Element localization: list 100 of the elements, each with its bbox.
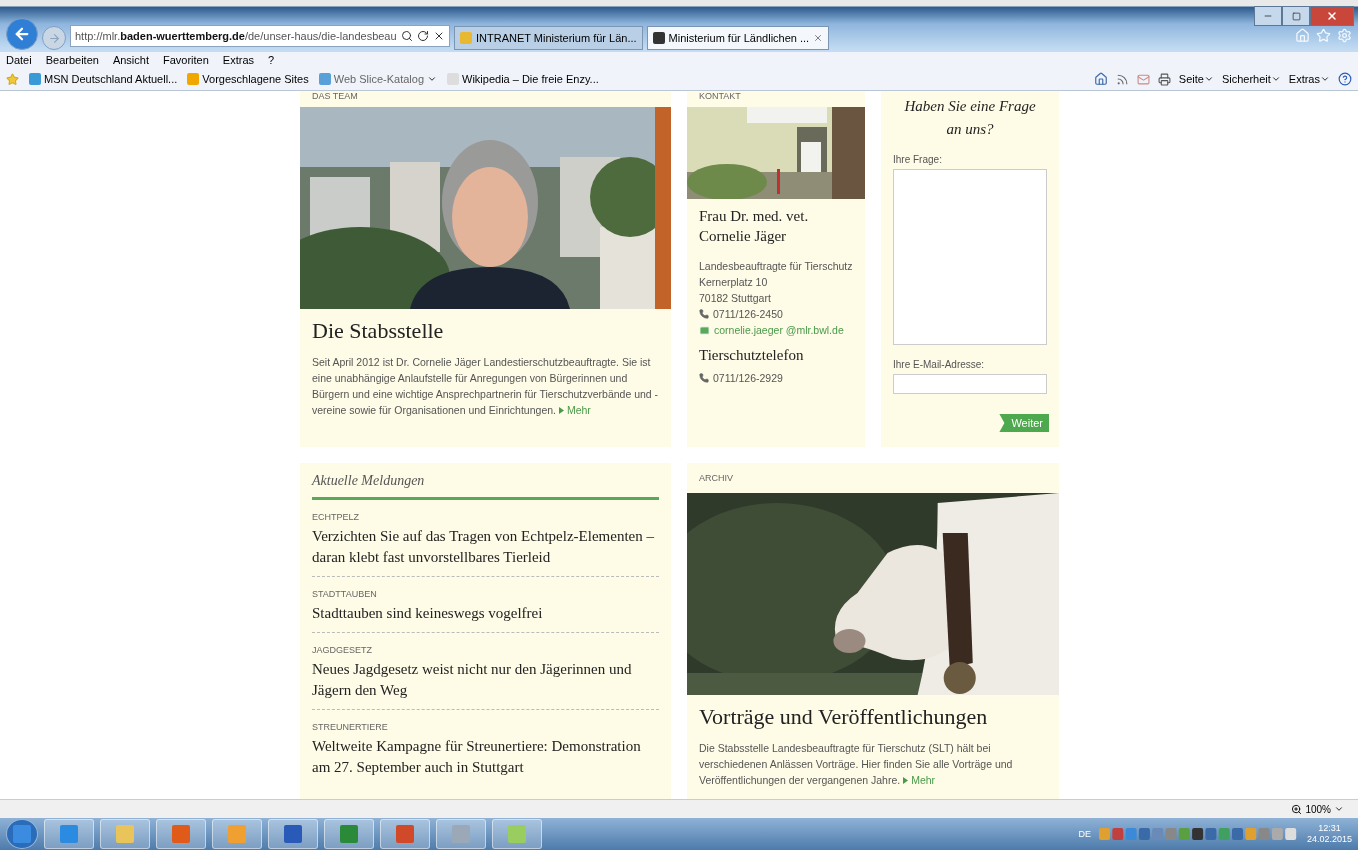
phone-number: 0711/126-2929 <box>713 370 783 386</box>
caret-icon <box>1270 74 1281 84</box>
browser-tab[interactable]: Ministerium für Ländlichen ... <box>646 26 830 50</box>
home-icon[interactable] <box>1093 72 1108 86</box>
address-line: Kernerplatz 10 <box>698 275 769 290</box>
help-icon[interactable] <box>1338 72 1352 86</box>
phone-icon <box>699 309 709 319</box>
favorite-icon <box>447 73 459 85</box>
favorite-icon <box>29 73 41 85</box>
mail-icon[interactable] <box>1136 72 1150 86</box>
taskbar-app[interactable] <box>156 819 206 849</box>
section-label: ARCHIV <box>698 472 734 485</box>
news-title: Aktuelle Meldungen <box>312 463 659 500</box>
app-icon <box>508 825 526 843</box>
close-icon <box>1326 10 1338 22</box>
maximize-button[interactable] <box>1282 6 1310 26</box>
star-icon[interactable] <box>6 72 19 86</box>
taskbar-app[interactable] <box>324 819 374 849</box>
section-label: DAS TEAM <box>311 91 359 103</box>
news-headline[interactable]: Weltweite Kampagne für Streunertiere: Demonstration am 27. September auch in Stuttgart <box>312 736 659 778</box>
menu-item[interactable]: Favoriten <box>163 54 209 66</box>
caret-icon[interactable] <box>427 74 437 84</box>
arrow-right-icon <box>47 31 61 45</box>
field-label: Ihre Frage: <box>892 153 943 167</box>
close-tab-icon[interactable] <box>813 33 824 43</box>
taskbar-app[interactable] <box>44 819 94 849</box>
more-link[interactable]: Mehr <box>903 773 936 786</box>
back-button[interactable] <box>6 18 38 50</box>
minimize-button[interactable] <box>1254 6 1282 26</box>
menu-item[interactable]: Bearbeiten <box>45 54 99 66</box>
question-title: Haben Sie eine Frage an uns? <box>903 97 1037 139</box>
search-icon[interactable] <box>400 30 413 42</box>
news-category: JAGDGESETZ <box>312 645 373 655</box>
caret-icon <box>1203 74 1214 84</box>
printer-icon[interactable] <box>1157 72 1171 86</box>
menu-item[interactable]: Ansicht <box>112 54 149 66</box>
clock-date[interactable]: 24.02.2015 <box>1306 834 1352 845</box>
section-label: KONTAKT <box>698 91 742 103</box>
taskbar-app[interactable] <box>268 819 318 849</box>
taskbar-app[interactable] <box>380 819 430 849</box>
question-field[interactable] <box>893 169 1047 345</box>
refresh-icon[interactable] <box>416 30 429 42</box>
card-title: Die Stabsstelle <box>311 317 445 345</box>
card-text: Seit April 2012 ist Dr. Cornelie Jäger Landestierschutzbeauftragte. Sie ist eine unabhängige Anlaufstelle für Anregungen von Bürgerinnen und Bürgern und eine wichtige Ansprechpartnerin für Tierschutzverbände und -vereine sowie für Organisationen und Einrichtungen. Mehr <box>311 354 660 418</box>
phone-number: 0711/126-2450 <box>713 307 783 322</box>
menu-item[interactable]: Datei <box>6 54 32 66</box>
settings-icon[interactable] <box>1337 28 1352 43</box>
taskbar-app[interactable] <box>492 819 542 849</box>
command-menu[interactable]: Sicherheit <box>1221 73 1281 85</box>
news-category: STREUNERTIERE <box>312 722 389 732</box>
command-menu[interactable]: Extras <box>1288 73 1330 85</box>
favorite-link[interactable]: Vorgeschlagene Sites <box>202 73 309 85</box>
app-icon <box>340 825 358 843</box>
news-category: STADTTAUBEN <box>312 589 378 599</box>
favicon-icon <box>652 32 665 44</box>
caret-icon[interactable] <box>1334 804 1344 814</box>
email-link[interactable]: cornelie.jaeger @mlr.bwl.de <box>714 322 844 338</box>
favorite-link[interactable]: Web Slice-Katalog <box>333 73 424 85</box>
contact-name: Frau Dr. med. vet. Cornelie Jäger <box>698 207 810 246</box>
favorite-icon <box>187 73 200 85</box>
app-icon <box>172 825 190 843</box>
hotline-title: Tierschutztelefon <box>698 346 805 365</box>
card-title: Vorträge und Veröffentlichungen <box>698 703 989 731</box>
close-button[interactable] <box>1310 6 1354 26</box>
taskbar-app[interactable] <box>212 819 262 849</box>
taskbar-app[interactable] <box>100 819 150 849</box>
favorite-icon <box>318 73 331 85</box>
address-line: Landesbeauftragte für Tierschutz <box>698 259 854 274</box>
address-field[interactable]: http://mlr.baden-wuerttemberg.de/de/unser-haus/die-landesbeau <box>70 25 450 47</box>
taskbar-app[interactable] <box>436 819 486 849</box>
feed-icon[interactable] <box>1115 72 1129 86</box>
app-icon <box>284 825 302 843</box>
news-headline[interactable]: Neues Jagdgesetz weist nicht nur den Jägerinnen und Jägern den Weg <box>312 659 659 701</box>
phone-icon <box>699 372 709 383</box>
favorite-link[interactable]: MSN Deutschland Aktuell... <box>44 73 178 85</box>
app-icon <box>228 825 246 843</box>
news-headline[interactable]: Stadttauben sind keineswegs vogelfrei <box>312 603 659 624</box>
menu-item[interactable]: ? <box>268 54 275 66</box>
favicon-icon <box>460 32 472 44</box>
taskbar-app[interactable] <box>6 819 38 849</box>
command-menu[interactable]: Seite <box>1178 73 1214 85</box>
forward-button[interactable] <box>42 26 66 50</box>
email-field[interactable] <box>893 374 1047 394</box>
caret-icon <box>1320 74 1330 84</box>
field-label: Ihre E-Mail-Adresse: <box>892 358 986 372</box>
card-text: Die Stabsstelle Landesbeauftragte für Tierschutz (SLT) hält bei verschiedenen Anlässen Vorträge. Hier finden Sie alle Vorträge und Veröffentlichungen der vergangenen Jahre. Mehr <box>698 740 1014 788</box>
triangle-icon <box>558 406 564 414</box>
app-icon <box>452 825 470 843</box>
zoom-level[interactable]: 100% <box>1305 803 1331 815</box>
mail-icon <box>699 324 710 336</box>
menu-item[interactable]: Extras <box>222 54 255 66</box>
app-icon <box>396 825 414 843</box>
favorite-link[interactable]: Wikipedia – Die freie Enzy... <box>462 73 599 85</box>
app-icon <box>116 825 134 843</box>
browser-tab[interactable]: INTRANET Ministerium für Län... <box>454 26 643 50</box>
triangle-icon <box>903 776 909 784</box>
news-headline[interactable]: Verzichten Sie auf das Tragen von Echtpelz-Elementen – daran klebt fast unvorstellbares Tierleid <box>312 526 659 568</box>
tray-icons-drawing[interactable] <box>1098 827 1299 841</box>
more-link[interactable]: Mehr <box>558 403 591 416</box>
zoom-icon <box>1291 803 1303 815</box>
